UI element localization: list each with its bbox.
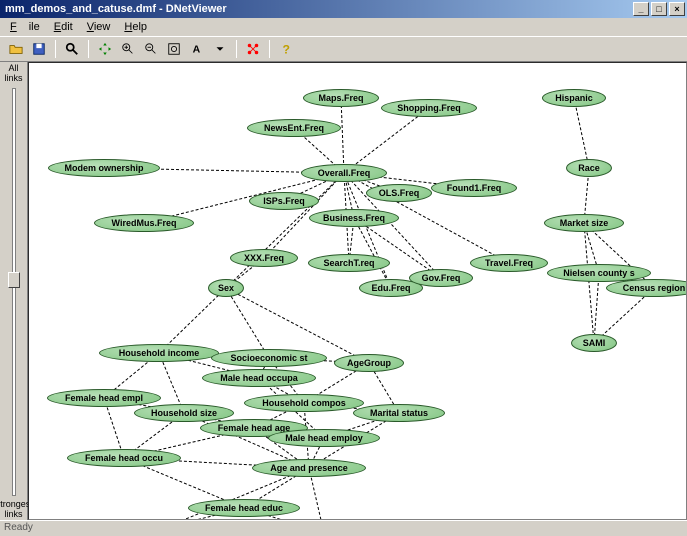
node-race[interactable]: Race <box>566 159 612 177</box>
toolbar: A ? <box>0 36 687 62</box>
menu-view[interactable]: View <box>81 20 117 34</box>
node-wiredmus[interactable]: WiredMus.Freq <box>94 214 194 232</box>
node-sex[interactable]: Sex <box>208 279 244 297</box>
node-newsent[interactable]: NewsEnt.Freq <box>247 119 341 137</box>
text-icon[interactable]: A <box>187 39 207 59</box>
slider-top-label: All links <box>0 64 27 84</box>
svg-text:?: ? <box>283 42 290 56</box>
zoomout-icon[interactable] <box>141 39 161 59</box>
edge-sex-socio <box>226 288 269 358</box>
move-icon[interactable] <box>95 39 115 59</box>
menu-bar: File Edit View Help <box>0 18 687 36</box>
menu-help[interactable]: Help <box>118 20 153 34</box>
node-ols[interactable]: OLS.Freq <box>366 184 432 202</box>
node-hhsize[interactable]: Household size <box>134 404 234 422</box>
node-isps[interactable]: ISPs.Freq <box>249 192 319 210</box>
maximize-button[interactable]: □ <box>651 2 667 16</box>
title-bar: mm_demos_and_catuse.dmf - DNetViewer _ □… <box>0 0 687 18</box>
edge-business-edu <box>354 218 391 288</box>
close-button[interactable]: × <box>669 2 685 16</box>
svg-text:A: A <box>193 44 201 56</box>
status-text: Ready <box>4 522 33 533</box>
window-title: mm_demos_and_catuse.dmf - DNetViewer <box>2 3 631 15</box>
node-census[interactable]: Census region <box>606 279 687 297</box>
node-femocc[interactable]: Female head occu <box>67 449 181 467</box>
node-business[interactable]: Business.Freq <box>309 209 399 227</box>
node-searcht[interactable]: SearchT.req <box>308 254 390 272</box>
node-femempl[interactable]: Female head empl <box>47 389 161 407</box>
edge-sami-market <box>584 223 594 343</box>
link-slider[interactable] <box>12 88 16 496</box>
node-hhcomp[interactable]: Household compos <box>244 394 364 412</box>
status-bar: Ready <box>0 520 687 536</box>
save-icon[interactable] <box>29 39 49 59</box>
node-gov[interactable]: Gov.Freq <box>409 269 473 287</box>
node-travel[interactable]: Travel.Freq <box>470 254 548 272</box>
dropdown-icon[interactable] <box>210 39 230 59</box>
node-sami[interactable]: SAMI <box>571 334 617 352</box>
node-agepres[interactable]: Age and presence <box>252 459 366 477</box>
minimize-button[interactable]: _ <box>633 2 649 16</box>
edge-overall-shopping <box>344 108 429 173</box>
edge-nielsen-sami <box>594 273 599 343</box>
edge-overall-maps <box>341 98 344 173</box>
node-agegroup[interactable]: AgeGroup <box>334 354 404 372</box>
edge-hispanic-race <box>574 98 589 168</box>
node-modem[interactable]: Modem ownership <box>48 159 160 177</box>
find-icon[interactable] <box>62 39 82 59</box>
zoomfit-icon[interactable] <box>164 39 184 59</box>
graph-canvas[interactable]: Modem ownership NewsEnt.Freq Maps.FreqShop… <box>28 62 687 520</box>
node-hhincome[interactable]: Household income <box>99 344 219 362</box>
node-xxx[interactable]: XXX.Freq <box>230 249 298 267</box>
node-maleempl[interactable]: Male head employ <box>268 429 380 447</box>
node-overall[interactable]: Overall.Freq <box>301 164 387 182</box>
node-shopping[interactable]: Shopping.Freq <box>381 99 477 117</box>
node-marital[interactable]: Marital status <box>353 404 445 422</box>
node-found1[interactable]: Found1.Freq <box>431 179 517 197</box>
open-icon[interactable] <box>6 39 26 59</box>
link-filter-sidebar: All links Strongest links <box>0 62 28 520</box>
node-malehocc[interactable]: Male head occupa <box>202 369 316 387</box>
edge-sex-overall <box>226 173 344 288</box>
menu-edit[interactable]: Edit <box>48 20 79 34</box>
node-maps[interactable]: Maps.Freq <box>303 89 379 107</box>
node-hispanic[interactable]: Hispanic <box>542 89 606 107</box>
node-femeduc[interactable]: Female head educ <box>188 499 300 517</box>
help-icon[interactable]: ? <box>276 39 296 59</box>
slider-thumb[interactable] <box>8 272 20 288</box>
menu-file[interactable]: File <box>4 20 46 34</box>
node-market[interactable]: Market size <box>544 214 624 232</box>
zoomin-icon[interactable] <box>118 39 138 59</box>
node-socio[interactable]: Socioeconomic st <box>211 349 327 367</box>
layout-icon[interactable] <box>243 39 263 59</box>
